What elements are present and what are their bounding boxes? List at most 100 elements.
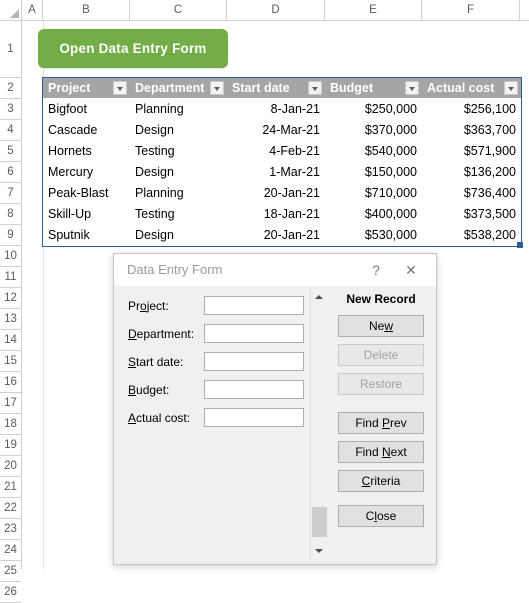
cell-start-date[interactable]: 8-Jan-21 xyxy=(227,98,325,119)
actual-cost-input[interactable] xyxy=(204,408,304,427)
cell-budget[interactable]: $400,000 xyxy=(325,203,422,224)
cell-start-date[interactable]: 4-Feb-21 xyxy=(227,140,325,161)
cell-project[interactable]: Peak-Blast xyxy=(43,182,130,203)
close-icon[interactable]: ✕ xyxy=(400,260,422,280)
cell-department[interactable]: Testing xyxy=(130,203,227,224)
cell-budget[interactable]: $540,000 xyxy=(325,140,422,161)
department-input[interactable] xyxy=(204,324,304,343)
budget-input[interactable] xyxy=(204,380,304,399)
cell-budget[interactable]: $250,000 xyxy=(325,98,422,119)
table-header-project[interactable]: Project xyxy=(43,78,130,98)
row-header-13[interactable]: 13 xyxy=(0,309,21,330)
row-header-24[interactable]: 24 xyxy=(0,540,21,561)
data-entry-form-dialog[interactable]: Data Entry Form ? ✕ Project: Department: S… xyxy=(113,253,437,565)
row-header-19[interactable]: 19 xyxy=(0,435,21,456)
row-header-4[interactable]: 4 xyxy=(0,120,21,141)
cell-department[interactable]: Design xyxy=(130,161,227,182)
table-row[interactable]: Peak-Blast Planning 20-Jan-21 $710,000 $736,… xyxy=(43,182,521,203)
help-icon[interactable]: ? xyxy=(366,260,386,280)
find-next-button[interactable]: Find Next xyxy=(338,441,424,463)
new-button[interactable]: New xyxy=(338,315,424,337)
cell-project[interactable]: Cascade xyxy=(43,119,130,140)
row-header-1[interactable]: 1 xyxy=(0,21,21,78)
cell-start-date[interactable]: 18-Jan-21 xyxy=(227,203,325,224)
row-header-6[interactable]: 6 xyxy=(0,162,21,183)
column-header-b[interactable]: B xyxy=(43,0,130,20)
cell-budget[interactable]: $710,000 xyxy=(325,182,422,203)
criteria-button[interactable]: Criteria xyxy=(338,470,424,492)
table-row[interactable]: Bigfoot Planning 8-Jan-21 $250,000 $256,100 xyxy=(43,98,521,119)
cell-actual-cost[interactable]: $571,900 xyxy=(422,140,521,161)
row-header-25[interactable]: 25 xyxy=(0,561,21,582)
row-header-7[interactable]: 7 xyxy=(0,183,21,204)
cell-start-date[interactable]: 24-Mar-21 xyxy=(227,119,325,140)
table-header-budget[interactable]: Budget xyxy=(325,78,422,98)
row-header-20[interactable]: 20 xyxy=(0,456,21,477)
filter-dropdown-icon-actual-cost[interactable] xyxy=(504,81,518,95)
table-header-actual-cost[interactable]: Actual cost xyxy=(422,78,521,98)
cell-actual-cost[interactable]: $363,700 xyxy=(422,119,521,140)
filter-dropdown-icon-budget[interactable] xyxy=(405,81,419,95)
row-header-23[interactable]: 23 xyxy=(0,519,21,540)
table-resize-handle[interactable] xyxy=(517,242,523,248)
cell-department[interactable]: Testing xyxy=(130,140,227,161)
column-header-g[interactable] xyxy=(520,0,529,20)
row-header-3[interactable]: 3 xyxy=(0,99,21,120)
cell-budget[interactable]: $530,000 xyxy=(325,224,422,245)
row-header-18[interactable]: 18 xyxy=(0,414,21,435)
cell-start-date[interactable]: 20-Jan-21 xyxy=(227,224,325,245)
table-row[interactable]: Mercury Design 1-Mar-21 $150,000 $136,200 xyxy=(43,161,521,182)
scroll-down-arrow-icon[interactable] xyxy=(311,543,327,559)
cell-department[interactable]: Planning xyxy=(130,182,227,203)
cell-budget[interactable]: $370,000 xyxy=(325,119,422,140)
table-row[interactable]: Cascade Design 24-Mar-21 $370,000 $363,700 xyxy=(43,119,521,140)
filter-dropdown-icon-project[interactable] xyxy=(113,81,127,95)
cell-project[interactable]: Hornets xyxy=(43,140,130,161)
scrollbar-thumb[interactable] xyxy=(312,507,327,537)
cell-actual-cost[interactable]: $373,500 xyxy=(422,203,521,224)
open-data-entry-form-button[interactable]: Open Data Entry Form xyxy=(38,29,228,68)
select-all-corner[interactable] xyxy=(0,0,22,20)
scroll-up-arrow-icon[interactable] xyxy=(311,289,327,305)
cell-actual-cost[interactable]: $256,100 xyxy=(422,98,521,119)
cell-actual-cost[interactable]: $736,400 xyxy=(422,182,521,203)
row-header-21[interactable]: 21 xyxy=(0,477,21,498)
table-header-department[interactable]: Department xyxy=(130,78,227,98)
row-header-12[interactable]: 12 xyxy=(0,288,21,309)
cell-start-date[interactable]: 1-Mar-21 xyxy=(227,161,325,182)
row-header-11[interactable]: 11 xyxy=(0,267,21,288)
table-row[interactable]: Sputnik Design 20-Jan-21 $530,000 $538,200 xyxy=(43,224,521,245)
cell-start-date[interactable]: 20-Jan-21 xyxy=(227,182,325,203)
column-header-c[interactable]: C xyxy=(130,0,227,20)
row-header-10[interactable]: 10 xyxy=(0,246,21,267)
dialog-titlebar[interactable]: Data Entry Form ? ✕ xyxy=(114,254,436,286)
cell-project[interactable]: Skill-Up xyxy=(43,203,130,224)
column-header-d[interactable]: D xyxy=(227,0,325,20)
row-header-2[interactable]: 2 xyxy=(0,78,21,99)
cell-project[interactable]: Mercury xyxy=(43,161,130,182)
table-row[interactable]: Hornets Testing 4-Feb-21 $540,000 $571,900 xyxy=(43,140,521,161)
cell-actual-cost[interactable]: $538,200 xyxy=(422,224,521,245)
column-header-e[interactable]: E xyxy=(325,0,422,20)
record-scrollbar[interactable] xyxy=(310,288,327,560)
column-header-f[interactable]: F xyxy=(422,0,520,20)
column-header-a[interactable]: A xyxy=(22,0,43,20)
cell-department[interactable]: Planning xyxy=(130,98,227,119)
row-header-26[interactable]: 26 xyxy=(0,582,21,603)
filter-dropdown-icon-department[interactable] xyxy=(210,81,224,95)
row-header-17[interactable]: 17 xyxy=(0,393,21,414)
row-header-5[interactable]: 5 xyxy=(0,141,21,162)
cell-project[interactable]: Sputnik xyxy=(43,224,130,245)
find-prev-button[interactable]: Find Prev xyxy=(338,412,424,434)
table-header-start-date[interactable]: Start date xyxy=(227,78,325,98)
cell-project[interactable]: Bigfoot xyxy=(43,98,130,119)
cell-budget[interactable]: $150,000 xyxy=(325,161,422,182)
row-header-22[interactable]: 22 xyxy=(0,498,21,519)
row-header-15[interactable]: 15 xyxy=(0,351,21,372)
close-button[interactable]: Close xyxy=(338,505,424,527)
filter-dropdown-icon-start-date[interactable] xyxy=(308,81,322,95)
cell-department[interactable]: Design xyxy=(130,224,227,245)
start-date-input[interactable] xyxy=(204,352,304,371)
cell-actual-cost[interactable]: $136,200 xyxy=(422,161,521,182)
project-input[interactable] xyxy=(204,296,304,315)
